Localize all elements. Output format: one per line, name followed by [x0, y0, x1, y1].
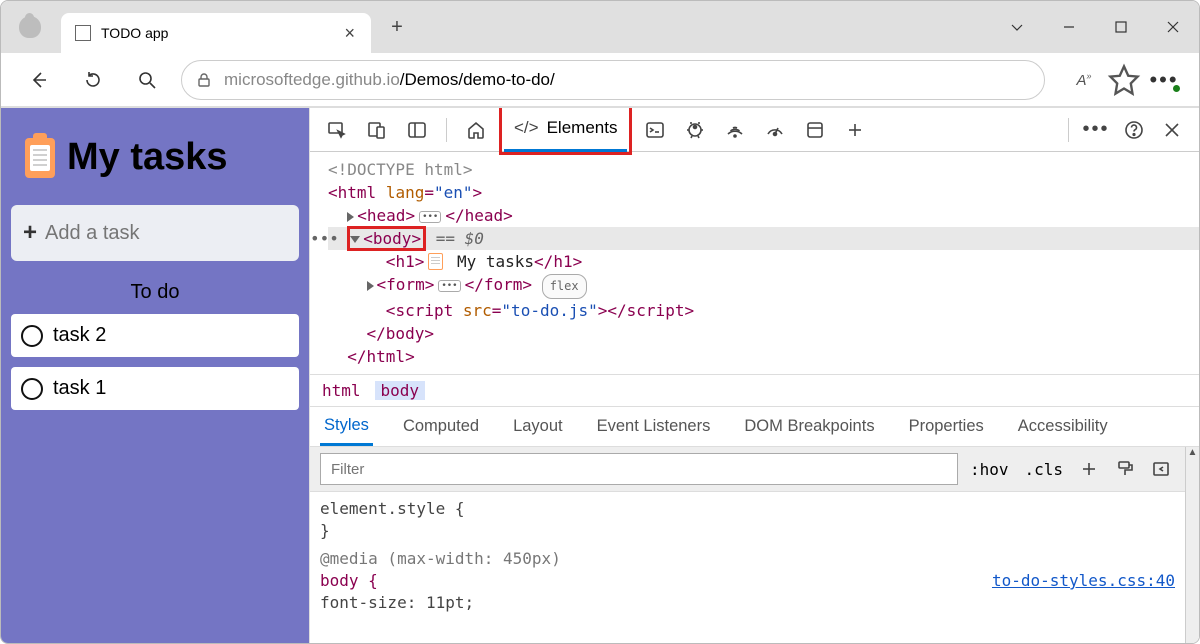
- devtools-toolbar: </> Elements •••: [310, 108, 1199, 152]
- network-tab-icon[interactable]: [718, 113, 752, 147]
- more-menu-icon[interactable]: •••: [1147, 63, 1181, 97]
- dom-node[interactable]: <form>•••</form> flex: [328, 273, 1199, 299]
- body-tag-highlight: <body>: [347, 226, 426, 251]
- lock-icon: [196, 72, 212, 88]
- styles-filter-row: :hov .cls: [310, 447, 1185, 492]
- dom-tree[interactable]: <!DOCTYPE html> <html lang="en"> <head>•…: [310, 152, 1199, 374]
- styles-pane[interactable]: element.style { } @media (max-width: 450…: [310, 492, 1185, 643]
- tab-title: TODO app: [101, 25, 334, 41]
- close-tab-icon[interactable]: ×: [344, 23, 355, 44]
- cls-toggle[interactable]: .cls: [1020, 458, 1067, 481]
- task-checkbox-icon[interactable]: [21, 378, 43, 400]
- plus-icon: +: [23, 219, 37, 247]
- styles-filter-input[interactable]: [320, 453, 958, 485]
- page-heading: My tasks: [11, 118, 299, 205]
- code-icon: </>: [514, 118, 539, 138]
- inspect-element-icon[interactable]: [320, 113, 354, 147]
- media-query: @media (max-width: 450px): [320, 549, 561, 568]
- tab-layout[interactable]: Layout: [509, 409, 567, 444]
- tab-event-listeners[interactable]: Event Listeners: [593, 409, 715, 444]
- maximize-button[interactable]: [1095, 5, 1147, 49]
- task-item[interactable]: task 2: [11, 314, 299, 357]
- window-controls: [991, 5, 1199, 49]
- content-area: My tasks + ➔ To do task 2 task 1: [1, 107, 1199, 643]
- read-aloud-icon[interactable]: A»: [1067, 63, 1101, 97]
- back-button[interactable]: [19, 60, 59, 100]
- sources-tab-icon[interactable]: [678, 113, 712, 147]
- welcome-tab-icon[interactable]: [459, 113, 493, 147]
- dom-node[interactable]: <!DOCTYPE html>: [328, 158, 1199, 181]
- new-style-rule-button[interactable]: [1075, 455, 1103, 483]
- refresh-button[interactable]: [73, 60, 113, 100]
- panel-toggle-icon[interactable]: [400, 113, 434, 147]
- dom-node[interactable]: <html lang="en">: [328, 181, 1199, 204]
- scrollbar[interactable]: ▲: [1185, 447, 1199, 643]
- tab-computed[interactable]: Computed: [399, 409, 483, 444]
- console-tab-icon[interactable]: [638, 113, 672, 147]
- application-tab-icon[interactable]: [798, 113, 832, 147]
- close-window-button[interactable]: [1147, 5, 1199, 49]
- task-label: task 2: [53, 324, 106, 347]
- expand-icon[interactable]: [367, 281, 374, 291]
- dom-node[interactable]: <head>•••</head>: [328, 204, 1199, 227]
- browser-tab[interactable]: TODO app ×: [61, 13, 371, 53]
- stylesheet-link[interactable]: to-do-styles.css:40: [992, 570, 1175, 592]
- title-bar: TODO app × +: [1, 1, 1199, 53]
- task-item[interactable]: task 1: [11, 367, 299, 410]
- elements-tab[interactable]: </> Elements: [504, 108, 627, 152]
- task-label: task 1: [53, 377, 106, 400]
- device-toggle-icon[interactable]: [360, 113, 394, 147]
- close-devtools-icon[interactable]: [1155, 113, 1189, 147]
- selector[interactable]: body {: [320, 571, 378, 590]
- new-tab-button[interactable]: +: [381, 11, 413, 43]
- hov-toggle[interactable]: :hov: [966, 458, 1013, 481]
- dom-node[interactable]: </html>: [328, 345, 1199, 368]
- computed-toggle-icon[interactable]: [1147, 455, 1175, 483]
- more-tabs-button[interactable]: [838, 113, 872, 147]
- collapse-icon[interactable]: [350, 236, 360, 243]
- expand-icon[interactable]: [347, 212, 354, 222]
- minimize-button[interactable]: [1043, 5, 1095, 49]
- chevron-down-icon[interactable]: [991, 5, 1043, 49]
- devtools-panel: </> Elements ••• <!DOCT: [309, 108, 1199, 643]
- dom-node[interactable]: <script src="to-do.js"></script>: [328, 299, 1199, 322]
- dom-node[interactable]: <h1> My tasks</h1>: [328, 250, 1199, 273]
- favorite-icon[interactable]: [1107, 63, 1141, 97]
- profile-avatar-icon[interactable]: [19, 16, 41, 38]
- styles-tabs-row: Styles Computed Layout Event Listeners D…: [310, 407, 1199, 447]
- tab-accessibility[interactable]: Accessibility: [1014, 409, 1112, 444]
- tab-styles[interactable]: Styles: [320, 408, 373, 446]
- paint-icon[interactable]: [1111, 455, 1139, 483]
- clipboard-icon: [25, 138, 55, 178]
- search-icon[interactable]: [127, 60, 167, 100]
- address-bar[interactable]: microsoftedge.github.io/Demos/demo-to-do…: [181, 60, 1045, 100]
- tab-dom-breakpoints[interactable]: DOM Breakpoints: [740, 409, 878, 444]
- todo-section-label: To do: [11, 281, 299, 304]
- add-task-input[interactable]: [45, 222, 310, 245]
- elements-tab-highlight: </> Elements: [499, 107, 632, 155]
- performance-tab-icon[interactable]: [758, 113, 792, 147]
- css-property[interactable]: font-size: 11pt;: [320, 592, 1175, 614]
- url-text: microsoftedge.github.io/Demos/demo-to-do…: [224, 70, 555, 90]
- address-bar-row: microsoftedge.github.io/Demos/demo-to-do…: [1, 53, 1199, 107]
- elements-tab-label: Elements: [547, 118, 618, 138]
- browser-window: TODO app × + microsoftedge.github.io/Dem…: [0, 0, 1200, 644]
- devtools-more-icon[interactable]: •••: [1079, 113, 1113, 147]
- page-viewport: My tasks + ➔ To do task 2 task 1: [1, 108, 309, 643]
- dom-node[interactable]: </body>: [328, 322, 1199, 345]
- tab-properties[interactable]: Properties: [905, 409, 988, 444]
- breadcrumb-item[interactable]: body: [375, 381, 426, 400]
- dom-node-selected[interactable]: ••• <body> == $0: [328, 227, 1199, 250]
- task-checkbox-icon[interactable]: [21, 325, 43, 347]
- dom-breadcrumb[interactable]: html body: [310, 374, 1199, 407]
- help-icon[interactable]: [1117, 113, 1151, 147]
- breadcrumb-item[interactable]: html: [322, 381, 361, 400]
- style-rule[interactable]: element.style {: [320, 498, 1175, 520]
- tab-favicon-icon: [75, 25, 91, 41]
- style-rule-close: }: [320, 520, 1175, 542]
- add-task-form[interactable]: + ➔: [11, 205, 299, 261]
- page-heading-text: My tasks: [67, 136, 228, 179]
- clipboard-icon: [428, 253, 443, 270]
- flex-badge[interactable]: flex: [542, 274, 587, 299]
